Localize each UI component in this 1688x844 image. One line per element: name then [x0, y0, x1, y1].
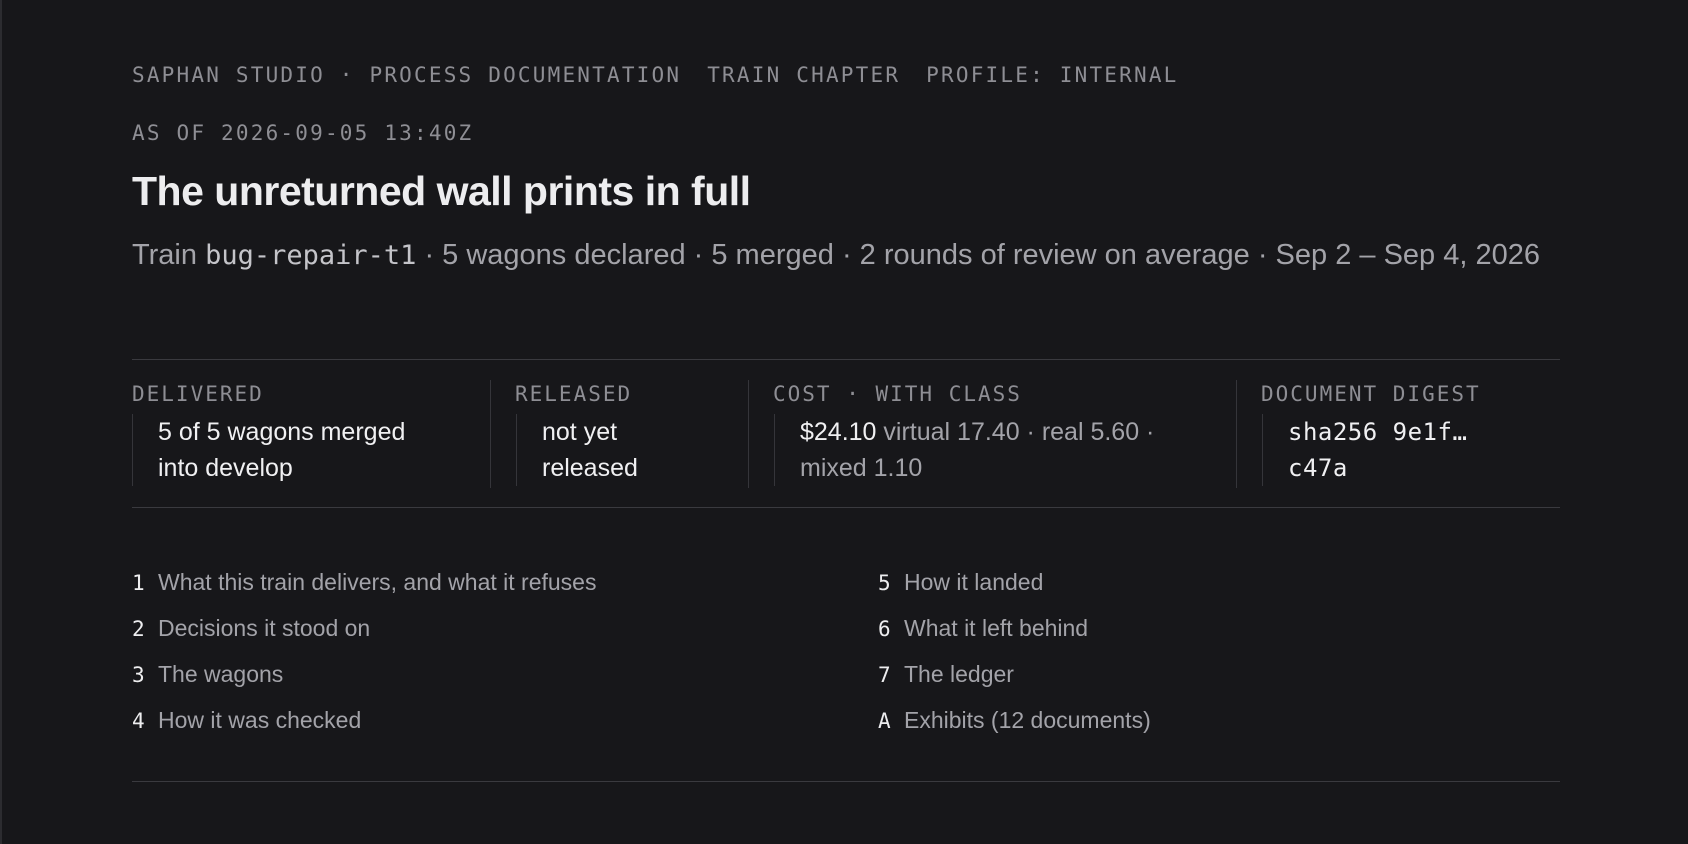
toc-item[interactable]: 4 How it was checked: [132, 707, 361, 734]
document-digest: sha256 9e1f… c47a: [1262, 414, 1488, 486]
stat-cost: COST · WITH CLASS $24.10 virtual 17.40 ·…: [748, 380, 1237, 488]
divider: [132, 359, 1560, 360]
divider: [132, 507, 1560, 508]
divider: [132, 781, 1560, 782]
toc-item[interactable]: 1 What this train delivers, and what it r…: [132, 569, 596, 596]
stat-value: 5 of 5 wagons merged into develop: [132, 414, 418, 486]
toc-label: Decisions it stood on: [158, 615, 371, 641]
breadcrumb-chapter: TRAIN CHAPTER: [707, 63, 901, 87]
toc-label: How it landed: [904, 569, 1044, 595]
subtitle-prefix: Train: [132, 239, 206, 271]
page-subtitle: Train bug-repair-t1 · 5 wagons declared …: [132, 233, 1560, 278]
stat-value: $24.10 virtual 17.40 · real 5.60 · mixed…: [774, 414, 1200, 486]
toc-label: The wagons: [158, 661, 284, 687]
stat-label: DELIVERED: [132, 382, 264, 406]
cost-total: $24.10: [800, 418, 877, 446]
stat-label: COST · WITH CLASS: [773, 382, 1022, 406]
toc-number: 3: [132, 663, 145, 687]
train-id: bug-repair-t1: [205, 240, 417, 271]
toc-item[interactable]: 3 The wagons: [132, 661, 283, 688]
stat-released: RELEASED not yet released: [490, 380, 749, 488]
stat-value: not yet released: [516, 414, 652, 486]
stat-delivered: DELIVERED 5 of 5 wagons merged into deve…: [132, 380, 490, 488]
toc-item[interactable]: A Exhibits (12 documents): [878, 707, 1151, 734]
toc-number: 1: [132, 571, 145, 595]
toc-label: The ledger: [904, 661, 1014, 687]
toc-label: Exhibits (12 documents): [904, 707, 1151, 733]
stat-digest: DOCUMENT DIGEST sha256 9e1f… c47a: [1236, 380, 1561, 488]
toc-label: What it left behind: [904, 615, 1089, 641]
toc-number: 6: [878, 617, 891, 641]
toc-item[interactable]: 7 The ledger: [878, 661, 1014, 688]
document-page: SAPHAN STUDIO · PROCESS DOCUMENTATION TRA…: [0, 0, 1688, 844]
stats-row: DELIVERED 5 of 5 wagons merged into deve…: [132, 380, 1560, 488]
as-of-timestamp: AS OF 2026-09-05 13:40Z: [132, 121, 474, 145]
toc-item[interactable]: 5 How it landed: [878, 569, 1043, 596]
toc-number: 4: [132, 709, 145, 733]
breadcrumb: SAPHAN STUDIO · PROCESS DOCUMENTATION TRA…: [132, 63, 1179, 87]
toc-number: A: [878, 709, 891, 733]
toc-number: 7: [878, 663, 891, 687]
breadcrumb-profile: PROFILE: INTERNAL: [926, 63, 1179, 87]
toc-number: 2: [132, 617, 145, 641]
toc-label: How it was checked: [158, 707, 362, 733]
subtitle-summary: · 5 wagons declared · 5 merged · 2 round…: [416, 239, 1540, 271]
page-title: The unreturned wall prints in full: [132, 168, 751, 214]
toc-label: What this train delivers, and what it re…: [158, 569, 597, 595]
toc-number: 5: [878, 571, 891, 595]
toc-item[interactable]: 6 What it left behind: [878, 615, 1088, 642]
stat-label: DOCUMENT DIGEST: [1261, 382, 1481, 406]
stat-label: RELEASED: [515, 382, 633, 406]
breadcrumb-org: SAPHAN STUDIO · PROCESS DOCUMENTATION: [132, 63, 682, 87]
toc-item[interactable]: 2 Decisions it stood on: [132, 615, 370, 642]
